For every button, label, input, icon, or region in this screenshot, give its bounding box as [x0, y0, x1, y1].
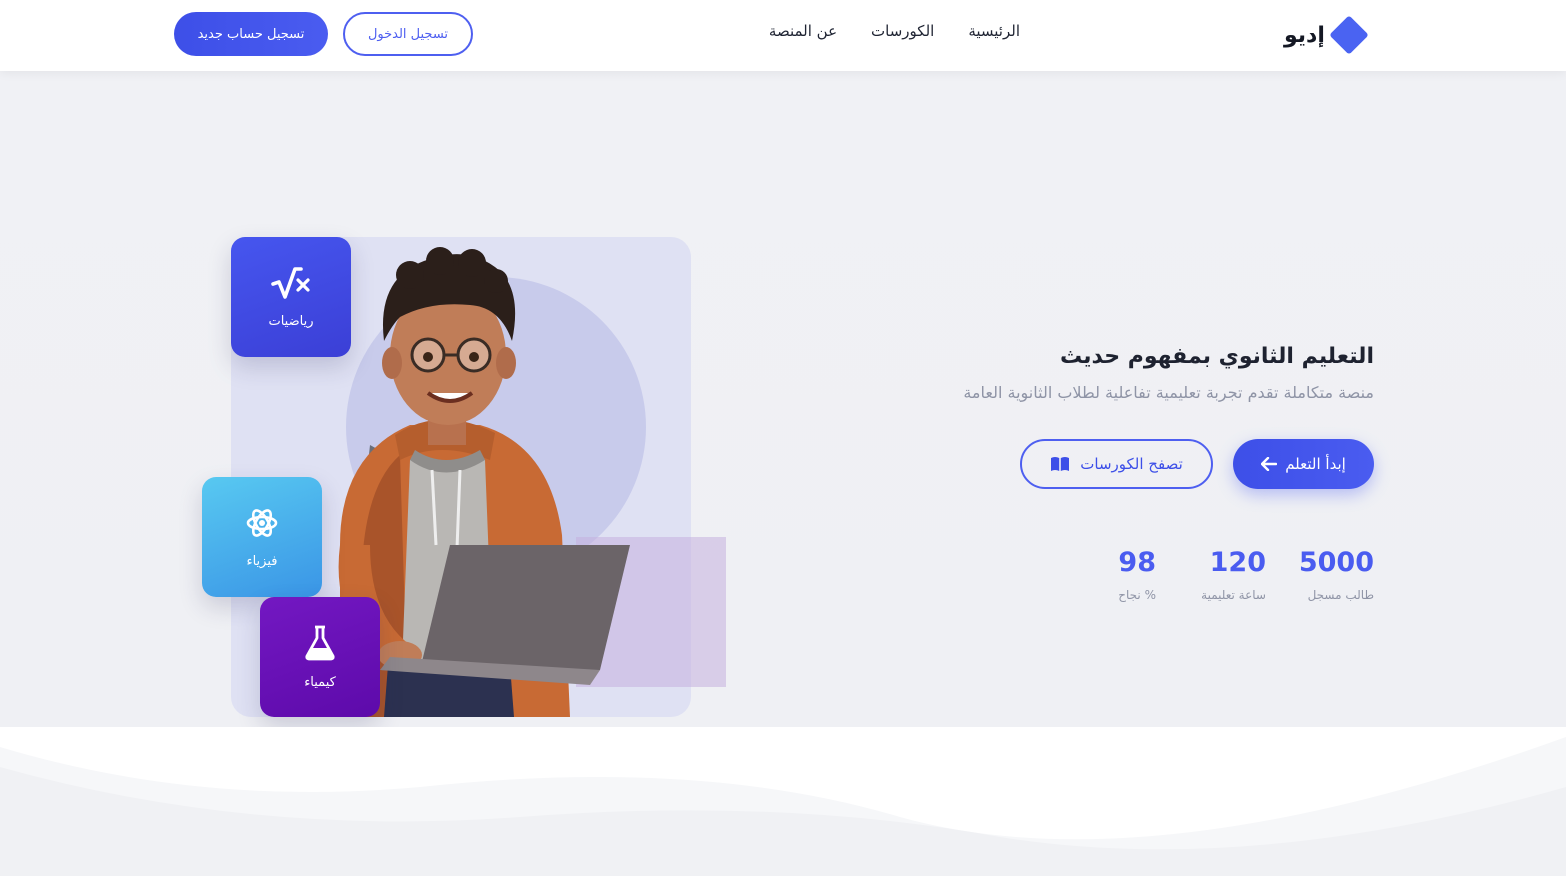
stat-success-value: 98	[1118, 547, 1156, 578]
hero-title: التعليم الثانوي بمفهوم حديث	[1059, 344, 1374, 369]
subject-label-physics: فيزياء	[246, 553, 278, 569]
subject-tile-chemistry[interactable]: كيمياء	[260, 597, 380, 717]
square-root-icon	[271, 266, 310, 299]
stat-success-label: % نجاح	[1118, 588, 1156, 602]
stat-hours-label: ساعة تعليمية	[1201, 588, 1266, 602]
login-button[interactable]: تسجيل الدخول	[343, 12, 473, 56]
subject-tile-physics[interactable]: فيزياء	[202, 477, 322, 597]
nav-item-home[interactable]: الرئيسية	[968, 22, 1020, 48]
stat-students-value: 5000	[1298, 547, 1374, 578]
hero-subtitle: منصة متكاملة تقدم تجربة تعليمية تفاعلية …	[963, 383, 1374, 402]
stat-hours: 120 ساعة تعليمية	[1180, 547, 1266, 602]
main-nav: الرئيسية الكورسات عن المنصة	[740, 22, 1020, 48]
subject-label-math: رياضيات	[268, 313, 314, 329]
arrow-left-icon	[1261, 457, 1278, 471]
stat-students-label: طالب مسجل	[1307, 588, 1374, 602]
start-learning-label: إبدأ التعلم	[1285, 455, 1346, 473]
stat-hours-value: 120	[1209, 547, 1266, 578]
logo-diamond-icon	[1329, 15, 1369, 55]
wave-decoration	[0, 737, 1566, 876]
start-learning-button[interactable]: إبدأ التعلم	[1233, 439, 1374, 489]
subject-tile-math[interactable]: رياضيات	[231, 237, 351, 357]
logo-text: إديو	[1284, 22, 1325, 48]
logo[interactable]: إديو	[1284, 14, 1376, 56]
atom-icon	[246, 508, 278, 537]
browse-courses-label: تصفح الكورسات	[1080, 455, 1183, 473]
stat-success: 98 % نجاح	[1100, 547, 1156, 602]
stat-students: 5000 طالب مسجل	[1290, 547, 1374, 602]
site-header: إديو الرئيسية الكورسات عن المنصة تسجيل ا…	[0, 0, 1566, 71]
signup-button[interactable]: تسجيل حساب جديد	[174, 12, 328, 56]
bottom-wave-section	[0, 727, 1566, 876]
book-open-icon	[1051, 457, 1070, 471]
nav-item-courses[interactable]: الكورسات	[871, 22, 934, 48]
flask-icon	[305, 625, 335, 660]
subject-label-chemistry: كيمياء	[304, 674, 336, 690]
nav-item-about[interactable]: عن المنصة	[769, 22, 837, 48]
browse-courses-button[interactable]: تصفح الكورسات	[1020, 439, 1213, 489]
